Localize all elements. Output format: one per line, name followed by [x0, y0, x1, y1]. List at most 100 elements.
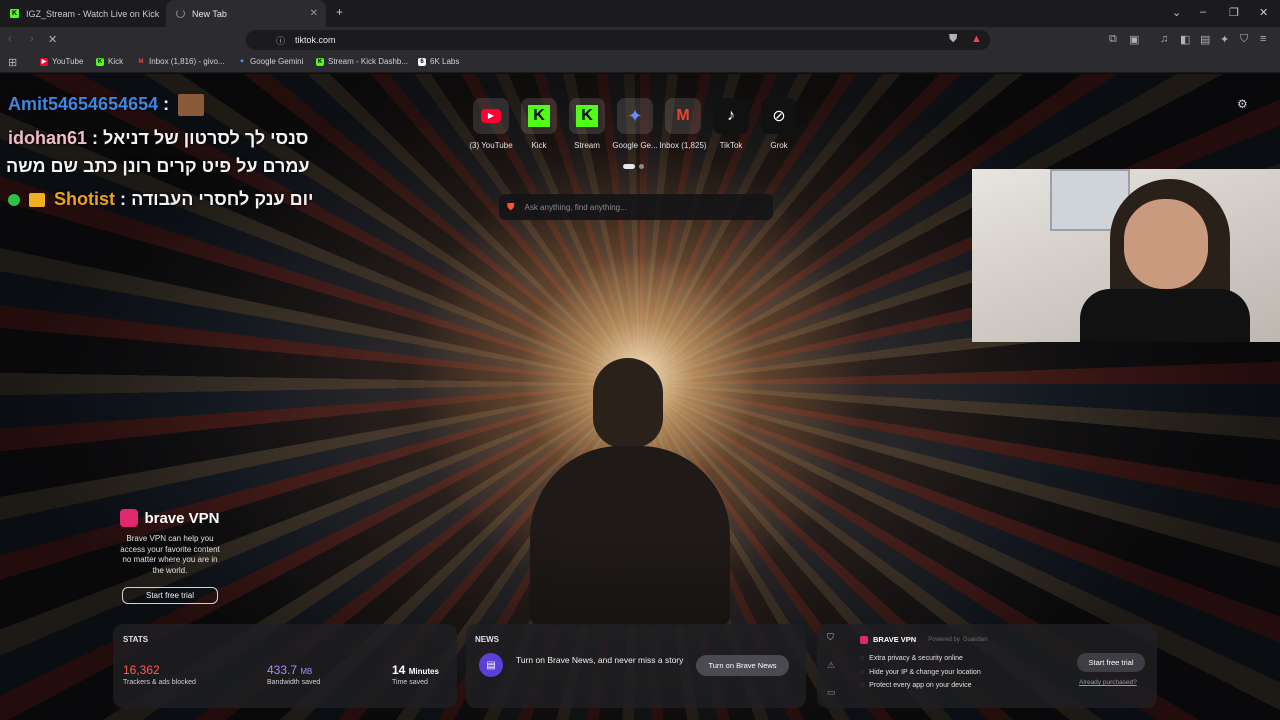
turn-on-news-button[interactable]: Turn on Brave News — [696, 655, 789, 676]
bookmark-gemini[interactable]: ✦ Google Gemini — [238, 57, 303, 66]
time-unit: Minutes — [408, 667, 439, 676]
chat-text: עמרם על פיט קרים רונן כתב שם משה — [6, 156, 310, 176]
kick-icon: K — [96, 57, 104, 66]
bookmark-6k-labs[interactable]: 6 6K Labs — [418, 57, 459, 66]
vpn-warning-icon[interactable]: ⚠ — [827, 660, 835, 671]
vpn-feature-list: ◌ Extra privacy & security online ◌ Hide y… — [860, 652, 981, 693]
gemini-icon: ✦ — [617, 98, 653, 134]
vpn-promo-text: Brave VPN can help you access your favor… — [120, 534, 220, 575]
top-site-inbox[interactable]: M Inbox (1,825) — [659, 98, 707, 150]
vpn-feature: ◌ Extra privacy & security online — [860, 652, 981, 666]
youtube-icon: ▶ — [473, 98, 509, 134]
tab-strip: K IGZ_Stream - Watch Live on Kick New Ta… — [0, 0, 1280, 27]
top-sites-page-indicator[interactable] — [623, 164, 635, 169]
chat-separator: : — [163, 94, 170, 114]
back-button[interactable]: ‹ — [8, 33, 12, 45]
sidebar-icon[interactable]: ◧ — [1180, 33, 1190, 46]
vpn-card-title: BRAVE VPN — [873, 635, 917, 644]
site-info-icon[interactable]: ⓘ — [276, 34, 285, 47]
url-text[interactable]: tiktok.com — [295, 35, 336, 45]
kick-icon: K — [569, 98, 605, 134]
brave-logo-icon: ⛊ — [507, 201, 515, 213]
vpn-icon[interactable]: ⛉ — [1240, 33, 1248, 46]
bookmark-label: Google Gemini — [250, 57, 304, 66]
top-site-kick[interactable]: K Kick — [519, 98, 559, 150]
news-title: NEWS — [475, 635, 499, 644]
youtube-icon: ▶ — [40, 57, 48, 66]
vpn-feature-text: Extra privacy & security online — [869, 655, 963, 662]
new-tab-button[interactable]: + — [336, 5, 343, 19]
forward-button[interactable]: › — [30, 33, 34, 45]
leo-ai-icon[interactable]: ✦ — [1220, 33, 1229, 46]
vpn-card-icon[interactable]: ▭ — [827, 687, 836, 698]
bookmark-youtube[interactable]: ▶ YouTube — [40, 57, 83, 66]
crown-badge-icon — [29, 193, 46, 208]
vpn-card-start-trial-button[interactable]: Start free trial — [1077, 653, 1145, 672]
tab-new-tab[interactable]: New Tab ✕ — [166, 0, 326, 27]
restore-button[interactable]: ❐ — [1229, 6, 1239, 19]
top-site-gemini[interactable]: ✦ Google Ge... — [612, 98, 658, 150]
already-purchased-link[interactable]: Already purchased? — [1079, 679, 1137, 686]
vpn-feature: ◌ Protect every app on your device — [860, 679, 981, 693]
top-site-grok[interactable]: ⊘ Grok — [759, 98, 799, 150]
extensions-icon[interactable]: ⧉ — [1109, 33, 1117, 46]
vpn-promo-title: brave VPN — [115, 509, 225, 527]
bandwidth-saved-value: 433.7 MB — [267, 663, 312, 677]
vpn-provider: Guardian — [962, 636, 988, 643]
check-icon: ◌ — [860, 668, 865, 676]
minimize-button[interactable]: – — [1200, 6, 1206, 18]
top-site-youtube[interactable]: ▶ (3) YouTube — [469, 98, 513, 150]
apps-grid-icon[interactable]: ⊞ — [8, 56, 17, 69]
trackers-blocked-label: Trackers & ads blocked — [123, 679, 196, 686]
chat-message: Amit54654654654 : — [8, 94, 205, 117]
chat-message: עמרם על פיט קרים רונן כתב שם משה — [6, 156, 310, 177]
menu-icon[interactable]: ≡ — [1260, 33, 1266, 45]
bookmark-label: YouTube — [52, 57, 84, 66]
stop-loading-button[interactable]: ✕ — [48, 33, 57, 46]
vpn-promo: brave VPN Brave VPN can help you access … — [115, 509, 225, 604]
tab-label: New Tab — [192, 8, 227, 19]
vpn-shield-icon — [860, 635, 868, 644]
media-icon[interactable]: ♫ — [1160, 33, 1168, 45]
gmail-icon: M — [665, 98, 701, 134]
vpn-start-trial-button[interactable]: Start free trial — [122, 587, 218, 604]
verified-badge-icon — [8, 194, 20, 207]
vpn-card-header: BRAVE VPN Powered by Guardian — [860, 635, 988, 644]
wallet-icon[interactable]: ▣ — [1129, 33, 1139, 46]
top-site-stream[interactable]: K Stream — [567, 98, 607, 150]
vpn-feature-text: Hide your IP & change your location — [869, 668, 981, 676]
grok-icon: ⊘ — [761, 98, 797, 134]
time-saved-value: 14 Minutes — [392, 663, 439, 677]
address-bar[interactable]: ⓘ tiktok.com ⛊ ▲ — [246, 30, 990, 50]
chat-message: Shotist : יום ענק לחסרי העבודה — [8, 189, 313, 210]
search-input[interactable]: ⛊ Ask anything, find anything... — [499, 194, 773, 220]
top-site-tiktok[interactable]: ♪ TikTok — [711, 98, 751, 150]
bandwidth-unit: MB — [300, 667, 313, 676]
close-tab-icon[interactable]: ✕ — [310, 8, 318, 19]
top-sites-page-indicator[interactable] — [639, 164, 644, 169]
brave-shields-icon[interactable]: ⛊ — [949, 33, 957, 46]
tab-kick-stream[interactable]: K IGZ_Stream - Watch Live on Kick — [0, 0, 165, 27]
tiktok-icon: ♪ — [713, 98, 749, 134]
chat-emote-icon — [178, 94, 205, 117]
chat-message: idohan61 : סנסי לך לסרטון של דניאל — [8, 128, 308, 149]
webcam-overlay — [972, 169, 1280, 342]
bandwidth-saved-label: Bandwidth saved — [267, 679, 321, 686]
bookmark-kick-dashboard[interactable]: K Stream - Kick Dashb... — [316, 57, 408, 66]
wallet-button-icon[interactable]: ▤ — [1200, 33, 1210, 46]
tab-search-chevron-icon[interactable]: ⌄ — [1172, 6, 1181, 19]
vpn-tab-icon[interactable]: ⛉ — [827, 632, 834, 643]
chat-separator: : — [92, 128, 99, 148]
bookmark-kick[interactable]: K Kick — [96, 57, 123, 66]
vpn-promo-title-text: brave VPN — [144, 509, 220, 527]
close-window-button[interactable]: ✕ — [1259, 6, 1268, 19]
bookmark-label: Kick — [108, 57, 124, 66]
brave-rewards-icon[interactable]: ▲ — [971, 33, 982, 45]
tab-label: IGZ_Stream - Watch Live on Kick — [26, 8, 160, 19]
bookmark-label: Inbox (1,816) - givo... — [149, 57, 225, 66]
6k-labs-icon: 6 — [418, 57, 426, 66]
customize-gear-icon[interactable]: ⚙ — [1237, 97, 1248, 111]
bookmark-inbox[interactable]: M Inbox (1,816) - givo... — [137, 57, 225, 66]
chat-username: Shotist — [54, 189, 116, 209]
news-text: Turn on Brave News, and never miss a sto… — [516, 655, 684, 665]
